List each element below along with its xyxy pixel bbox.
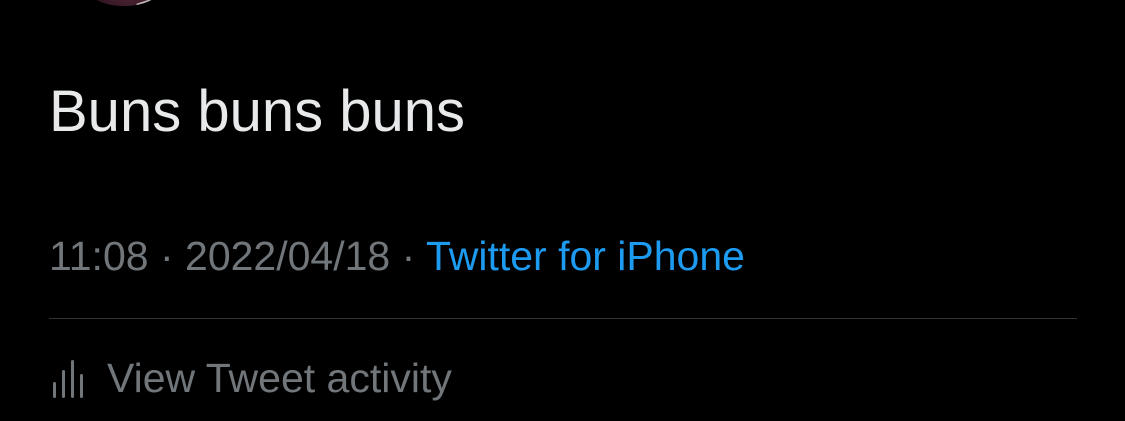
tweet-text: Buns buns buns [49, 79, 465, 144]
tweet-date: 2022/04/18 [185, 233, 391, 279]
avatar[interactable] [88, 0, 160, 6]
view-tweet-activity-label: View Tweet activity [107, 355, 452, 401]
view-tweet-activity-button[interactable]: View Tweet activity [49, 350, 452, 406]
tweet-source-link[interactable]: Twitter for iPhone [426, 233, 745, 279]
divider [49, 318, 1077, 319]
bar-chart-icon [49, 354, 85, 402]
tweet-time: 11:08 [49, 233, 149, 279]
meta-separator: · [401, 233, 426, 279]
meta-separator: · [159, 233, 186, 279]
tweet-metadata: 11:08 · 2022/04/18 · Twitter for iPhone [49, 230, 745, 282]
